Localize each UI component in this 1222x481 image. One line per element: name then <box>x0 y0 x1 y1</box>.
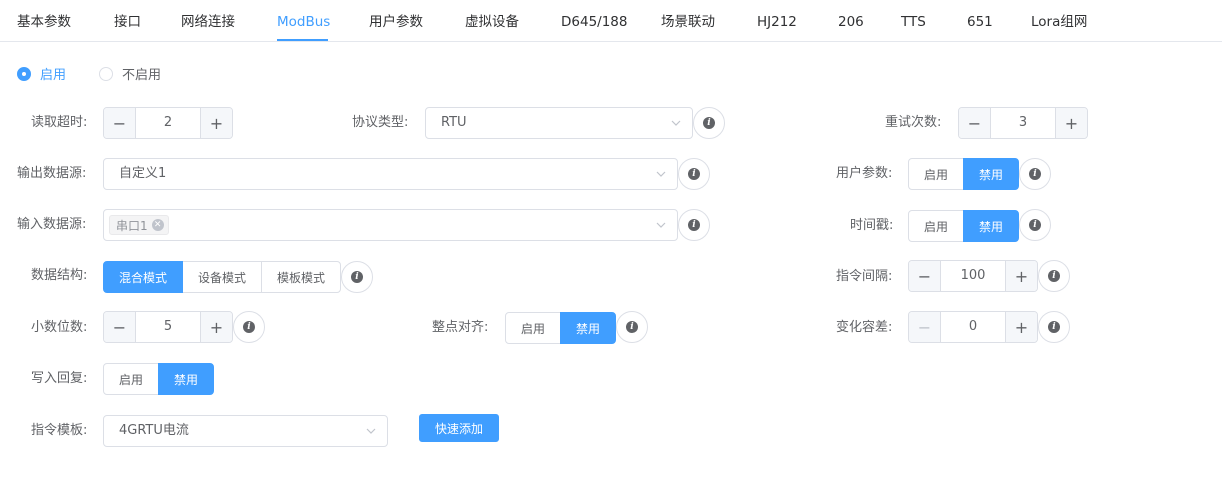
read-timeout-increase-button[interactable]: + <box>200 108 232 138</box>
timestamp-toggle: 启用 禁用 <box>908 210 1019 242</box>
command-template-value: 4GRTU电流 <box>119 423 189 438</box>
protocol-type-select[interactable]: RTU <box>425 107 693 139</box>
retry-count-decrease-button[interactable]: − <box>959 108 991 138</box>
input-source-select[interactable]: 串口1 ✕ <box>103 209 678 241</box>
protocol-type-value: RTU <box>441 115 467 130</box>
hour-align-toggle: 启用 禁用 <box>505 312 616 344</box>
timestamp-info-icon[interactable]: i <box>1019 209 1051 241</box>
input-source-label: 输入数据源: <box>17 217 87 232</box>
tab-basic-params[interactable]: 基本参数 <box>17 13 71 31</box>
write-reply-toggle: 启用 禁用 <box>103 363 214 395</box>
retry-count-increase-button[interactable]: + <box>1055 108 1087 138</box>
decimal-places-info-icon[interactable]: i <box>233 311 265 343</box>
decimal-places-stepper: − 5 + <box>103 311 233 343</box>
input-source-tag-label: 串口1 <box>116 218 148 233</box>
tab-bar: 基本参数 接口 网络连接 ModBus 用户参数 虚拟设备 D645/188 场… <box>0 0 1222 42</box>
read-timeout-label: 读取超时: <box>31 115 88 130</box>
data-structure-info-icon[interactable]: i <box>341 261 373 293</box>
timestamp-label: 时间戳: <box>850 218 894 233</box>
change-tolerance-info-icon[interactable]: i <box>1038 311 1070 343</box>
tab-206[interactable]: 206 <box>838 13 864 31</box>
radio-enable-label: 启用 <box>40 68 67 83</box>
output-source-value: 自定义1 <box>119 166 167 181</box>
command-interval-stepper: − 100 + <box>908 260 1038 292</box>
radio-dot-icon <box>17 66 31 81</box>
hour-align-info-icon[interactable]: i <box>616 311 648 343</box>
output-source-info-icon[interactable]: i <box>678 158 710 190</box>
data-structure-device-button[interactable]: 设备模式 <box>182 261 262 293</box>
chevron-down-icon <box>656 171 666 177</box>
output-source-label: 输出数据源: <box>17 166 87 181</box>
tab-651[interactable]: 651 <box>967 13 993 31</box>
radio-disable-label: 不启用 <box>122 68 162 83</box>
radio-enable[interactable]: 启用 <box>17 64 66 83</box>
tab-scene-linkage[interactable]: 场景联动 <box>661 13 715 31</box>
user-params-enable-button[interactable]: 启用 <box>908 158 964 190</box>
user-params-toggle: 启用 禁用 <box>908 158 1019 190</box>
chevron-down-icon <box>656 222 666 228</box>
command-interval-decrease-button[interactable]: − <box>909 261 941 291</box>
protocol-type-label: 协议类型: <box>352 115 409 130</box>
user-params-info-icon[interactable]: i <box>1019 158 1051 190</box>
retry-count-input[interactable]: 3 <box>991 108 1055 138</box>
write-reply-label: 写入回复: <box>31 371 88 386</box>
command-interval-increase-button[interactable]: + <box>1005 261 1037 291</box>
radio-disable[interactable]: 不启用 <box>99 64 161 83</box>
hour-align-label: 整点对齐: <box>432 320 489 335</box>
read-timeout-stepper: − 2 + <box>103 107 233 139</box>
tab-virtual-device[interactable]: 虚拟设备 <box>465 13 519 31</box>
tab-user-params[interactable]: 用户参数 <box>369 13 423 31</box>
radio-dot-icon <box>99 66 113 81</box>
change-tolerance-input[interactable]: 0 <box>941 312 1005 342</box>
change-tolerance-increase-button[interactable]: + <box>1005 312 1037 342</box>
retry-count-label: 重试次数: <box>885 115 942 130</box>
tab-interface[interactable]: 接口 <box>114 13 141 31</box>
read-timeout-input[interactable]: 2 <box>136 108 200 138</box>
data-structure-toggle: 混合模式 设备模式 模板模式 <box>103 261 341 293</box>
change-tolerance-label: 变化容差: <box>836 320 893 335</box>
write-reply-disable-button[interactable]: 禁用 <box>158 363 214 395</box>
change-tolerance-decrease-button[interactable]: − <box>909 312 941 342</box>
change-tolerance-stepper: − 0 + <box>908 311 1038 343</box>
hour-align-enable-button[interactable]: 启用 <box>505 312 561 344</box>
tab-hj212[interactable]: HJ212 <box>757 13 797 31</box>
data-structure-mixed-button[interactable]: 混合模式 <box>103 261 183 293</box>
input-source-tag: 串口1 ✕ <box>109 215 169 235</box>
command-interval-input[interactable]: 100 <box>941 261 1005 291</box>
active-tab-indicator <box>277 39 328 41</box>
command-interval-label: 指令间隔: <box>836 269 893 284</box>
close-icon[interactable]: ✕ <box>151 219 164 231</box>
protocol-type-info-icon[interactable]: i <box>693 107 725 139</box>
tab-lora[interactable]: Lora组网 <box>1031 13 1087 31</box>
user-params-disable-button[interactable]: 禁用 <box>963 158 1019 190</box>
read-timeout-decrease-button[interactable]: − <box>104 108 136 138</box>
chevron-down-icon <box>366 428 376 434</box>
hour-align-disable-button[interactable]: 禁用 <box>560 312 616 344</box>
decimal-places-label: 小数位数: <box>31 320 88 335</box>
command-template-label: 指令模板: <box>31 423 88 438</box>
data-structure-template-button[interactable]: 模板模式 <box>261 261 341 293</box>
retry-count-stepper: − 3 + <box>958 107 1088 139</box>
user-params-label: 用户参数: <box>836 166 893 181</box>
timestamp-disable-button[interactable]: 禁用 <box>963 210 1019 242</box>
decimal-places-decrease-button[interactable]: − <box>104 312 136 342</box>
command-interval-info-icon[interactable]: i <box>1038 260 1070 292</box>
decimal-places-increase-button[interactable]: + <box>200 312 232 342</box>
write-reply-enable-button[interactable]: 启用 <box>103 363 159 395</box>
output-source-select[interactable]: 自定义1 <box>103 158 678 190</box>
input-source-info-icon[interactable]: i <box>678 209 710 241</box>
data-structure-label: 数据结构: <box>31 268 88 283</box>
tab-network[interactable]: 网络连接 <box>181 13 235 31</box>
timestamp-enable-button[interactable]: 启用 <box>908 210 964 242</box>
tab-modbus[interactable]: ModBus <box>277 13 330 31</box>
chevron-down-icon <box>671 120 681 126</box>
quick-add-button[interactable]: 快速添加 <box>419 414 499 442</box>
decimal-places-input[interactable]: 5 <box>136 312 200 342</box>
tab-tts[interactable]: TTS <box>901 13 926 31</box>
tab-d645[interactable]: D645/188 <box>561 13 627 31</box>
command-template-select[interactable]: 4GRTU电流 <box>103 415 388 447</box>
